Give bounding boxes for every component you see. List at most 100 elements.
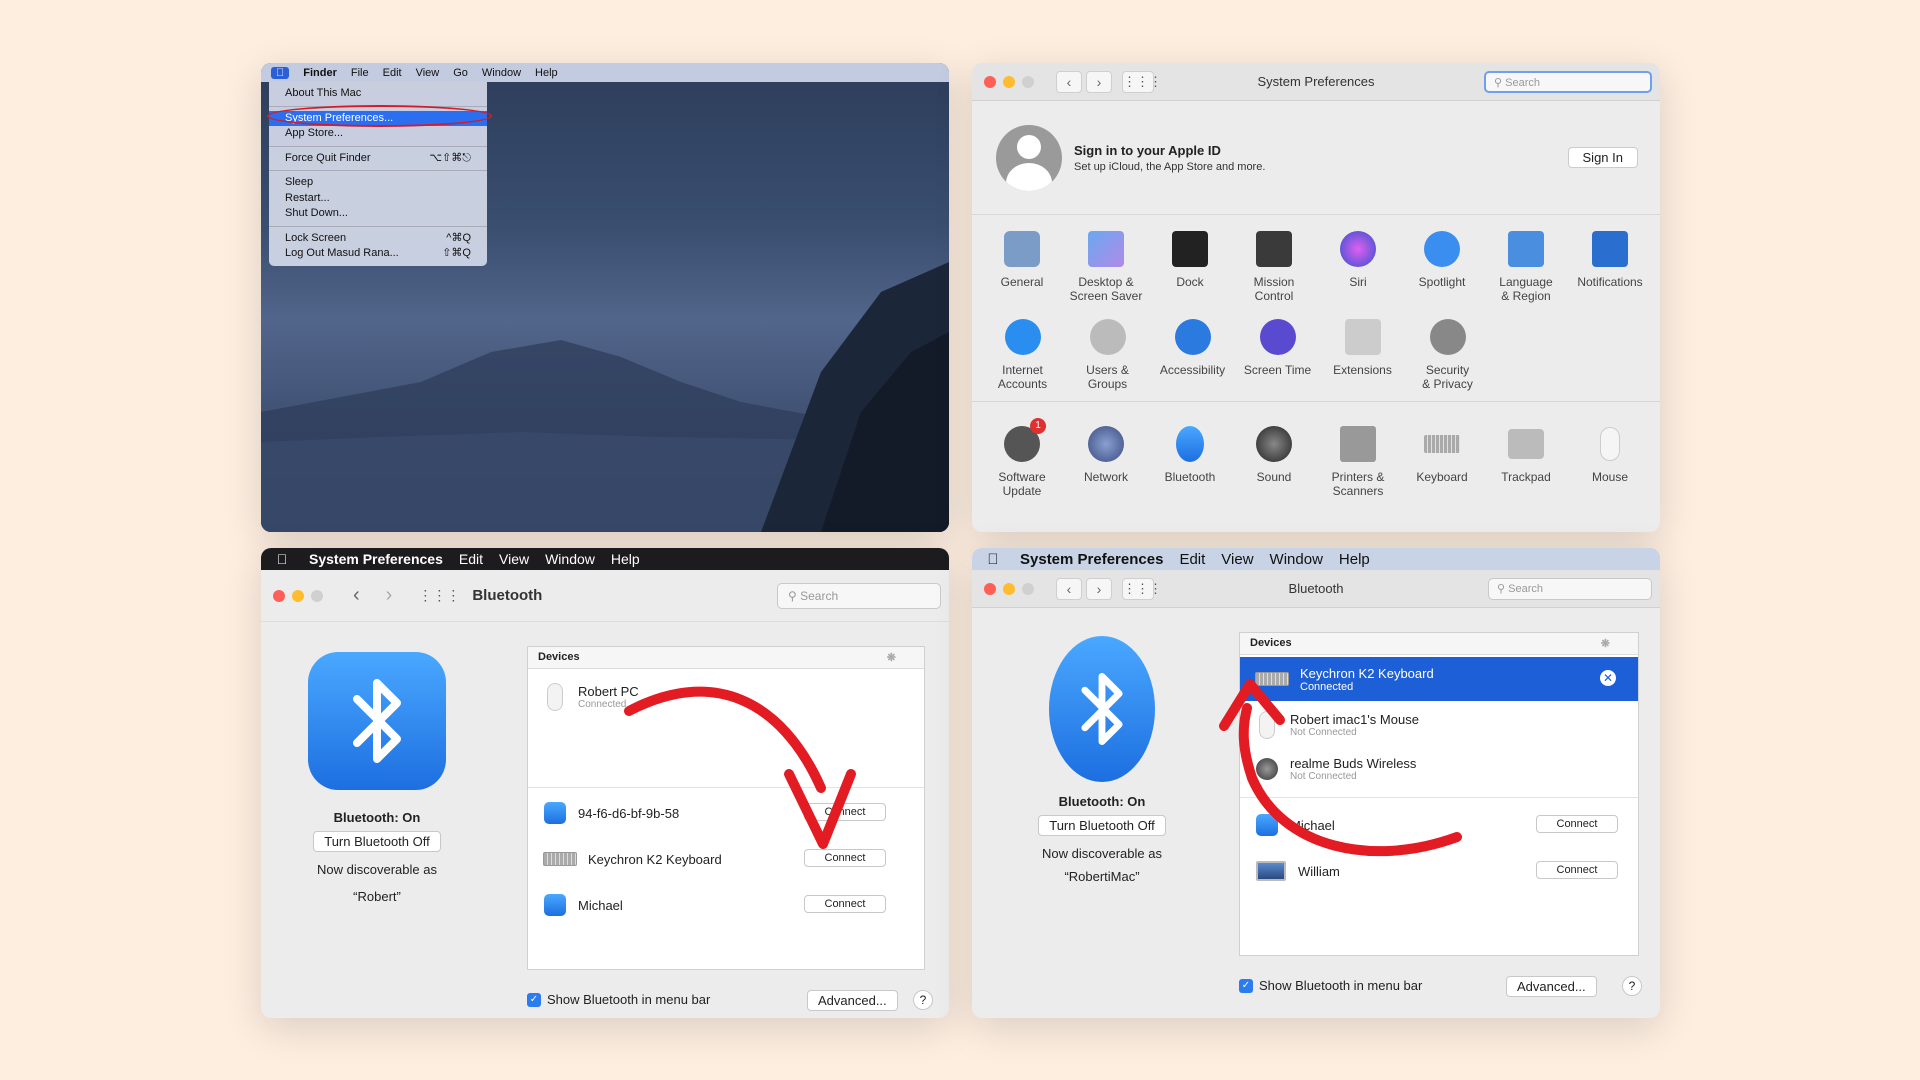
spinner-icon: ❋ xyxy=(886,652,896,664)
device-row-robert-pc[interactable]: Robert PC Connected xyxy=(528,675,924,719)
back-button[interactable]: ‹ xyxy=(1056,577,1082,600)
apple-menu-icon[interactable]:  xyxy=(271,66,290,79)
menu-system-preferences[interactable]: System Preferences xyxy=(309,551,443,567)
menu-window[interactable]: Window xyxy=(482,67,521,79)
menu-help[interactable]: Help xyxy=(535,67,558,79)
pref-mouse[interactable]: Mouse xyxy=(1568,424,1652,498)
device-row-realme-buds[interactable]: realme Buds Wireless Not Connected xyxy=(1240,747,1638,791)
menu-item-app-store[interactable]: App Store... xyxy=(269,126,487,142)
menu-item-logout[interactable]: Log Out Masud Rana... ⇧⌘Q xyxy=(269,246,487,262)
minimize-icon[interactable] xyxy=(292,589,304,602)
turn-bluetooth-off-button[interactable]: Turn Bluetooth Off xyxy=(313,831,441,852)
search-input[interactable]: ⚲ Search xyxy=(1484,70,1652,93)
pref-label: Notifications xyxy=(1577,275,1643,289)
minimize-icon[interactable] xyxy=(1003,582,1015,595)
forward-button[interactable]: › xyxy=(1086,70,1112,93)
close-icon[interactable] xyxy=(984,582,996,595)
remove-device-icon[interactable]: ✕ xyxy=(1600,670,1616,686)
show-all-grid-icon[interactable]: ⋮⋮⋮ xyxy=(418,587,460,604)
zoom-icon[interactable] xyxy=(1022,75,1034,88)
pref-extensions[interactable]: Extensions xyxy=(1320,317,1405,391)
menu-view[interactable]: View xyxy=(499,551,529,567)
forward-icon[interactable]: › xyxy=(386,584,393,607)
sign-in-button[interactable]: Sign In xyxy=(1567,147,1638,168)
close-icon[interactable] xyxy=(273,589,285,602)
turn-bluetooth-off-button[interactable]: Turn Bluetooth Off xyxy=(1038,815,1166,836)
device-row-mouse[interactable]: Robert imac1's Mouse Not Connected xyxy=(1240,703,1638,747)
menu-item-shutdown[interactable]: Shut Down... xyxy=(269,206,487,222)
show-all-grid-icon[interactable]: ⋮⋮⋮ xyxy=(1122,70,1162,93)
connect-button[interactable]: Connect xyxy=(1536,815,1618,833)
pref-printer[interactable]: Printers & Scanners xyxy=(1316,424,1400,498)
pref-general[interactable]: General xyxy=(980,229,1064,303)
device-name: Michael xyxy=(578,897,623,913)
menu-help[interactable]: Help xyxy=(1339,551,1370,568)
pref-security[interactable]: Security & Privacy xyxy=(1405,317,1490,391)
pref-siri[interactable]: Siri xyxy=(1316,229,1400,303)
zoom-icon[interactable] xyxy=(311,589,323,602)
pref-network[interactable]: Network xyxy=(1064,424,1148,498)
pref-screen-time[interactable]: Screen Time xyxy=(1235,317,1320,391)
forward-button[interactable]: › xyxy=(1086,577,1112,600)
menu-file[interactable]: File xyxy=(351,67,369,79)
apple-menu-icon[interactable]:  xyxy=(982,551,1004,568)
menu-edit[interactable]: Edit xyxy=(1179,551,1205,568)
pref-users[interactable]: Users & Groups xyxy=(1065,317,1150,391)
menu-item-restart[interactable]: Restart... xyxy=(269,191,487,207)
search-input[interactable]: ⚲ Search xyxy=(777,583,941,609)
close-icon[interactable] xyxy=(984,75,996,88)
menu-item-about[interactable]: About This Mac xyxy=(269,86,487,102)
pref-spotlight[interactable]: Spotlight xyxy=(1400,229,1484,303)
menu-window[interactable]: Window xyxy=(545,551,595,567)
checkmark-icon: ✓ xyxy=(527,992,541,1007)
menu-view[interactable]: View xyxy=(1221,551,1253,568)
menu-edit[interactable]: Edit xyxy=(459,551,483,567)
menu-finder[interactable]: Finder xyxy=(303,67,337,79)
help-button[interactable]: ? xyxy=(913,990,933,1010)
pref-label: General xyxy=(1000,275,1044,289)
connect-button[interactable]: Connect xyxy=(804,895,886,913)
pref-trackpad[interactable]: Trackpad xyxy=(1484,424,1568,498)
pref-sound[interactable]: Sound xyxy=(1232,424,1316,498)
apple-menu-icon[interactable]:  xyxy=(271,551,293,567)
menu-go[interactable]: Go xyxy=(453,67,468,79)
menu-view[interactable]: View xyxy=(416,67,440,79)
device-row-keychron[interactable]: Keychron K2 Keyboard Connected ✕ xyxy=(1240,657,1638,701)
advanced-button[interactable]: Advanced... xyxy=(1506,976,1597,997)
pref-mission-control[interactable]: Mission Control xyxy=(1232,229,1316,303)
avatar xyxy=(996,124,1062,191)
connect-button[interactable]: Connect xyxy=(1536,861,1618,879)
zoom-icon[interactable] xyxy=(1022,582,1034,595)
pref-language[interactable]: Language & Region xyxy=(1484,229,1568,303)
pref-internet-accounts[interactable]: Internet Accounts xyxy=(980,317,1065,391)
show-all-grid-icon[interactable]: ⋮⋮⋮ xyxy=(1122,577,1162,600)
bluetooth-icon xyxy=(542,800,568,826)
pref-keyboard[interactable]: Keyboard xyxy=(1400,424,1484,498)
menu-edit[interactable]: Edit xyxy=(383,67,402,79)
menu-item-lock-screen[interactable]: Lock Screen ^⌘Q xyxy=(269,231,487,247)
devices-header: Devices ❋ xyxy=(1240,633,1638,655)
help-button[interactable]: ? xyxy=(1622,976,1642,996)
connect-button[interactable]: Connect xyxy=(804,803,886,821)
menu-help[interactable]: Help xyxy=(611,551,640,567)
advanced-button[interactable]: Advanced... xyxy=(807,990,898,1011)
pref-dock[interactable]: Dock xyxy=(1148,229,1232,303)
menu-system-preferences[interactable]: System Preferences xyxy=(1020,551,1163,568)
menu-item-force-quit[interactable]: Force Quit Finder ⌥⇧⌘⎋ xyxy=(269,151,487,167)
pref-accessibility[interactable]: Accessibility xyxy=(1150,317,1235,391)
back-button[interactable]: ‹ xyxy=(1056,70,1082,93)
pref-notifications[interactable]: Notifications xyxy=(1568,229,1652,303)
pref-bluetooth[interactable]: Bluetooth xyxy=(1148,424,1232,498)
back-icon[interactable]: ‹ xyxy=(353,584,360,607)
search-input[interactable]: ⚲ Search xyxy=(1488,577,1652,600)
pref-desktop[interactable]: Desktop & Screen Saver xyxy=(1064,229,1148,303)
pref-label: Printers & Scanners xyxy=(1331,470,1385,498)
pref-software-update[interactable]: 1 Software Update xyxy=(980,418,1064,498)
minimize-icon[interactable] xyxy=(1003,75,1015,88)
bluetooth-icon xyxy=(542,892,568,918)
show-in-menubar-checkbox[interactable]: ✓ Show Bluetooth in menu bar xyxy=(527,992,710,1007)
menu-item-sleep[interactable]: Sleep xyxy=(269,175,487,191)
menu-window[interactable]: Window xyxy=(1270,551,1323,568)
show-in-menubar-checkbox[interactable]: ✓ Show Bluetooth in menu bar xyxy=(1239,978,1422,993)
connect-button[interactable]: Connect xyxy=(804,849,886,867)
